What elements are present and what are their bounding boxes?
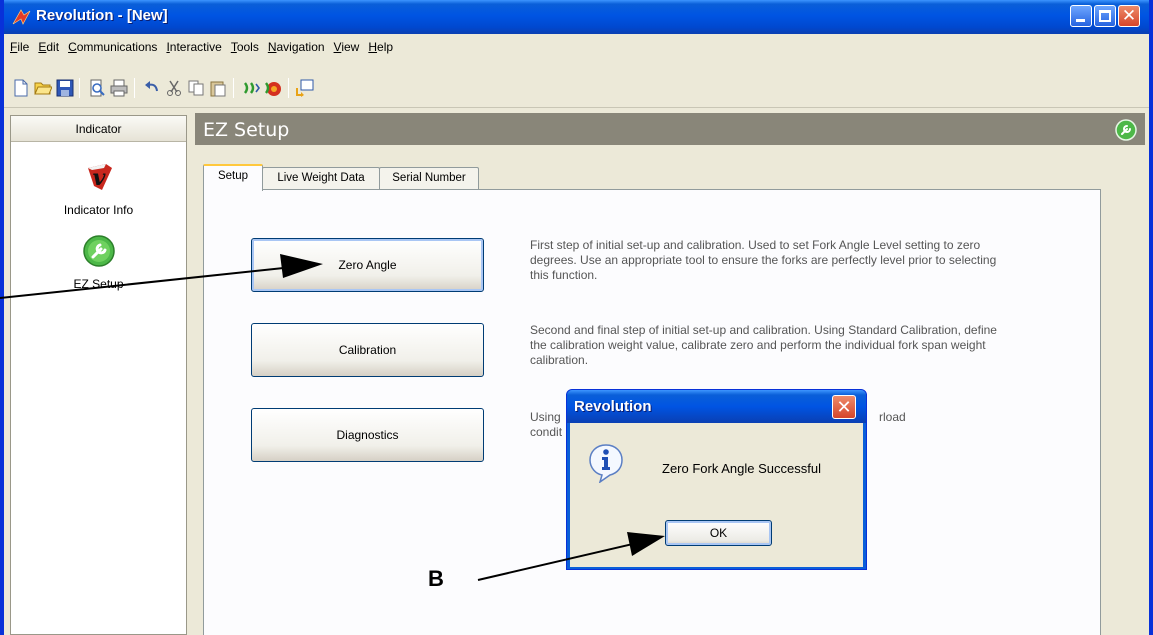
maximize-button[interactable] xyxy=(1094,5,1116,27)
menu-edit[interactable]: Edit xyxy=(34,34,64,56)
connect-icon[interactable] xyxy=(242,79,260,97)
open-folder-icon[interactable] xyxy=(34,79,52,97)
dialog-body: Zero Fork Angle Successful OK xyxy=(570,423,863,567)
dialog-message: Zero Fork Angle Successful xyxy=(662,461,821,476)
dialog-title: Revolution xyxy=(574,398,652,415)
diagnostics-description-end: rload xyxy=(879,410,906,424)
sidebar-item-label: Indicator Info xyxy=(63,203,134,217)
title-bar[interactable]: Revolution - [New] ✕ xyxy=(4,0,1149,34)
copy-icon[interactable] xyxy=(187,79,205,97)
message-dialog: Revolution ✕ Zero Fork Angle Successful … xyxy=(566,389,867,570)
transfer-icon[interactable] xyxy=(296,79,314,97)
menu-interactive[interactable]: Interactive xyxy=(162,34,226,56)
disconnect-icon[interactable] xyxy=(264,79,282,97)
window-title: Revolution - [New] xyxy=(36,7,168,24)
dialog-title-bar[interactable]: Revolution ✕ xyxy=(567,390,866,423)
page-title: EZ Setup xyxy=(203,119,290,141)
close-icon: ✕ xyxy=(836,397,852,417)
info-icon xyxy=(589,444,623,483)
new-file-icon[interactable] xyxy=(12,79,30,97)
panel-header: EZ Setup xyxy=(195,113,1145,145)
paste-icon[interactable] xyxy=(209,79,227,97)
tab-setup[interactable]: Setup xyxy=(203,164,263,191)
annotation-label-b: B xyxy=(428,566,444,591)
indicator-info-icon: v xyxy=(87,164,112,191)
tab-live-weight-data[interactable]: Live Weight Data xyxy=(262,167,380,190)
menu-bar: File Edit Communications Interactive Tools Na… xyxy=(4,34,1149,68)
app-icon xyxy=(12,9,31,25)
close-button[interactable]: ✕ xyxy=(1118,5,1140,27)
print-icon[interactable] xyxy=(110,79,128,97)
tab-serial-number[interactable]: Serial Number xyxy=(379,167,479,190)
print-preview-icon[interactable] xyxy=(88,79,106,97)
menu-help[interactable]: Help xyxy=(364,34,398,56)
wrench-icon[interactable] xyxy=(1115,119,1137,141)
menu-tools[interactable]: Tools xyxy=(227,34,264,56)
diagnostics-button[interactable]: Diagnostics xyxy=(251,408,484,462)
undo-icon[interactable] xyxy=(143,79,161,97)
sidebar: Indicator v Indicator Info EZ Setup xyxy=(10,115,187,635)
sidebar-item-label: EZ Setup xyxy=(73,277,124,291)
sidebar-item-ez-setup[interactable]: EZ Setup xyxy=(11,234,186,291)
dialog-close-button[interactable]: ✕ xyxy=(832,395,856,419)
menu-navigation[interactable]: Navigation xyxy=(264,34,330,56)
toolbar xyxy=(4,68,1149,108)
menu-file[interactable]: File xyxy=(6,34,34,56)
zero-angle-button[interactable]: Zero Angle xyxy=(251,238,484,292)
close-icon: ✕ xyxy=(1121,6,1137,25)
menu-communications[interactable]: Communications xyxy=(64,34,162,56)
calibration-description: Second and final step of initial set-up … xyxy=(530,323,997,367)
save-icon[interactable] xyxy=(56,79,74,97)
ok-button[interactable]: OK xyxy=(665,520,772,546)
zero-angle-description: First step of initial set-up and calibra… xyxy=(530,238,997,282)
sidebar-item-indicator-info[interactable]: v Indicator Info xyxy=(11,160,186,217)
svg-text:v: v xyxy=(92,165,105,191)
calibration-button[interactable]: Calibration xyxy=(251,323,484,377)
menu-view[interactable]: View xyxy=(330,34,365,56)
minimize-button[interactable] xyxy=(1070,5,1092,27)
sidebar-header[interactable]: Indicator xyxy=(11,116,186,142)
cut-icon[interactable] xyxy=(165,79,183,97)
wrench-icon xyxy=(82,235,115,267)
